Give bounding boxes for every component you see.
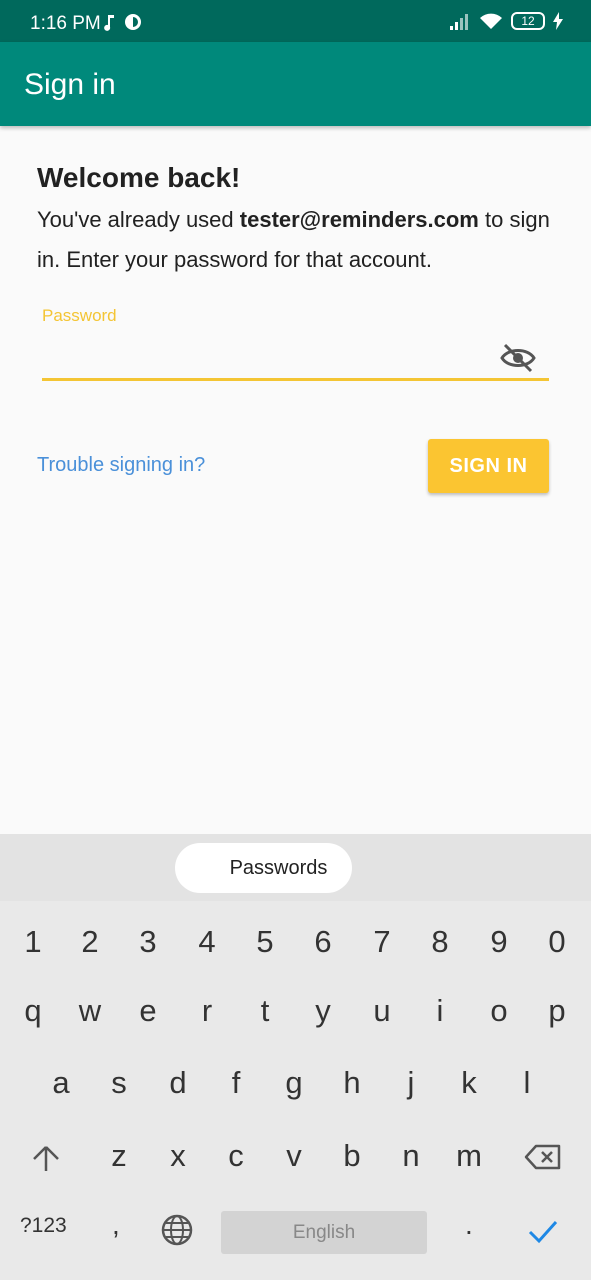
key-3[interactable]: 3 <box>119 912 177 972</box>
key-x[interactable]: x <box>149 1126 207 1186</box>
charging-icon <box>553 12 563 30</box>
wifi-icon <box>480 13 502 29</box>
key-h[interactable]: h <box>323 1053 381 1113</box>
key-p[interactable]: p <box>528 981 586 1041</box>
backspace-icon[interactable] <box>524 1143 562 1171</box>
key-m[interactable]: m <box>440 1126 498 1186</box>
account-info-text: You've already used tester@reminders.com… <box>37 200 557 280</box>
key-4[interactable]: 4 <box>178 912 236 972</box>
shift-icon[interactable] <box>30 1142 62 1174</box>
key-5[interactable]: 5 <box>236 912 294 972</box>
key-8[interactable]: 8 <box>411 912 469 972</box>
key-period[interactable]: . <box>465 1209 473 1241</box>
app-bar: Sign in <box>0 42 591 126</box>
key-g[interactable]: g <box>265 1053 323 1113</box>
soft-keyboard: Passwords 1 2 3 4 5 6 7 8 9 0 q w e r t … <box>0 834 591 1280</box>
space-bar[interactable]: English <box>221 1211 427 1254</box>
trouble-signing-in-link[interactable]: Trouble signing in? <box>37 454 205 477</box>
status-left-icons <box>102 13 142 31</box>
passwords-suggestion-chip[interactable]: Passwords <box>175 843 352 893</box>
key-9[interactable]: 9 <box>470 912 528 972</box>
visibility-off-icon[interactable] <box>500 342 536 374</box>
key-a[interactable]: a <box>32 1053 90 1113</box>
status-bar: 1:16 PM 12 <box>0 0 591 42</box>
key-q[interactable]: q <box>4 981 62 1041</box>
key-y[interactable]: y <box>294 981 352 1041</box>
key-0[interactable]: 0 <box>528 912 586 972</box>
key-6[interactable]: 6 <box>294 912 352 972</box>
key-t[interactable]: t <box>236 981 294 1041</box>
password-field[interactable] <box>42 331 549 381</box>
key-k[interactable]: k <box>440 1053 498 1113</box>
key-v[interactable]: v <box>265 1126 323 1186</box>
key-s[interactable]: s <box>90 1053 148 1113</box>
key-d[interactable]: d <box>149 1053 207 1113</box>
info-prefix: You've already used <box>37 207 240 232</box>
key-b[interactable]: b <box>323 1126 381 1186</box>
key-z[interactable]: z <box>90 1126 148 1186</box>
battery-icon: 12 <box>511 12 545 30</box>
key-r[interactable]: r <box>178 981 236 1041</box>
sign-in-content: Welcome back! You've already used tester… <box>0 126 591 834</box>
key-j[interactable]: j <box>382 1053 440 1113</box>
suggestion-bar: Passwords <box>0 834 591 901</box>
music-note-icon <box>104 15 114 31</box>
key-u[interactable]: u <box>353 981 411 1041</box>
key-1[interactable]: 1 <box>4 912 62 972</box>
key-o[interactable]: o <box>470 981 528 1041</box>
key-w[interactable]: w <box>61 981 119 1041</box>
globe-icon[interactable] <box>160 1213 194 1247</box>
checkmark-icon[interactable] <box>527 1219 559 1245</box>
key-n[interactable]: n <box>382 1126 440 1186</box>
key-f[interactable]: f <box>207 1053 265 1113</box>
data-saver-icon <box>125 14 141 30</box>
key-i[interactable]: i <box>411 981 469 1041</box>
password-label: Password <box>42 306 117 325</box>
key-7[interactable]: 7 <box>353 912 411 972</box>
status-right-icons: 12 <box>449 12 563 30</box>
key-comma[interactable]: , <box>112 1209 120 1241</box>
key-e[interactable]: e <box>119 981 177 1041</box>
sign-in-button[interactable]: SIGN IN <box>428 439 549 493</box>
key-2[interactable]: 2 <box>61 912 119 972</box>
signal-icon <box>450 14 468 30</box>
symbols-key[interactable]: ?123 <box>20 1214 67 1238</box>
key-c[interactable]: c <box>207 1126 265 1186</box>
welcome-heading: Welcome back! <box>37 162 241 193</box>
page-title: Sign in <box>24 68 116 101</box>
key-l[interactable]: l <box>498 1053 556 1113</box>
account-email: tester@reminders.com <box>239 207 479 232</box>
status-time: 1:16 PM <box>30 13 101 34</box>
